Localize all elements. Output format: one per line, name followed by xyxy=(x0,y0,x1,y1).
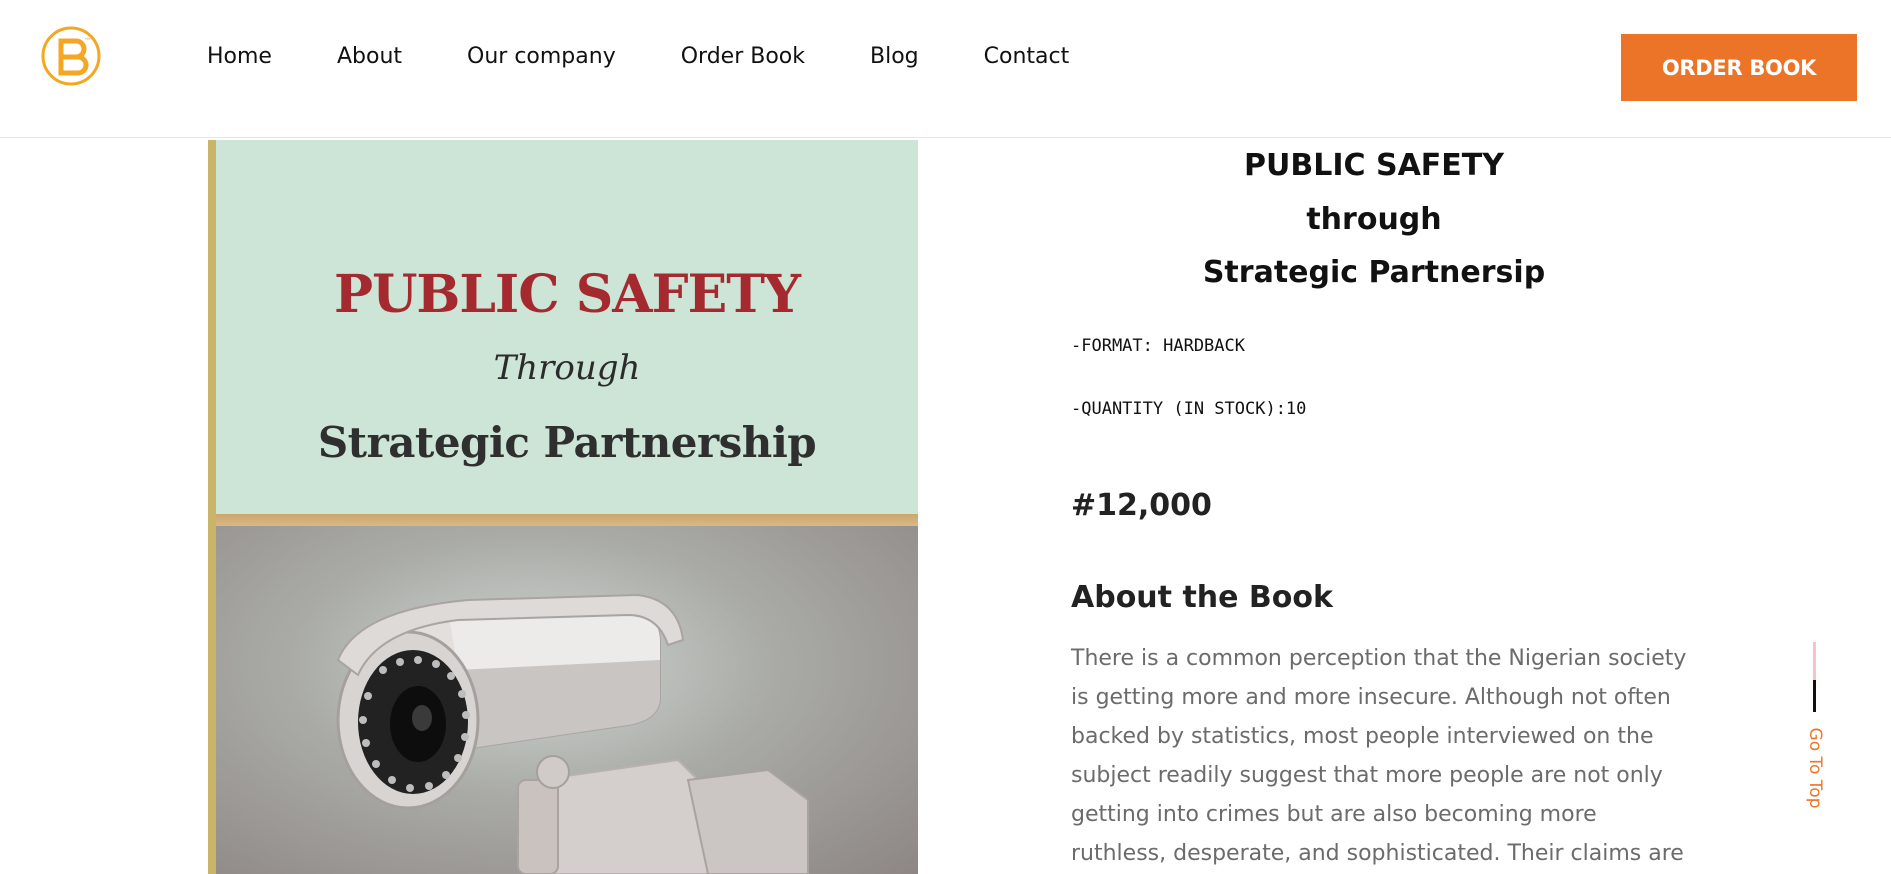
order-book-button[interactable]: ORDER BOOK xyxy=(1621,34,1857,101)
go-to-top-label: Go To Top xyxy=(1805,727,1825,809)
security-camera-icon xyxy=(336,593,809,874)
about-paragraph: There is a common perception that the Ni… xyxy=(1071,639,1687,873)
about-line: backed by statistics, most people interv… xyxy=(1071,724,1654,749)
svg-text:™: ™ xyxy=(84,37,91,45)
book-title-line2: through xyxy=(1306,202,1442,237)
nav-home[interactable]: Home xyxy=(207,44,272,69)
about-line: There is a common perception that the Ni… xyxy=(1071,646,1687,671)
nav-blog[interactable]: Blog xyxy=(870,44,919,69)
nav-our-company[interactable]: Our company xyxy=(467,44,616,69)
site-header: ™ Home About Our company Order Book Blog… xyxy=(0,0,1891,138)
nav-about[interactable]: About xyxy=(337,44,402,69)
book-cover-image: PUBLIC SAFETY Through Strategic Partners… xyxy=(208,140,918,874)
logo-icon[interactable]: ™ xyxy=(40,25,102,87)
about-line: getting into crimes but are also becomin… xyxy=(1071,802,1597,827)
book-quantity: -QUANTITY (IN STOCK):10 xyxy=(1071,399,1307,419)
main-nav: Home About Our company Order Book Blog C… xyxy=(207,44,1134,69)
book-format: -FORMAT: HARDBACK xyxy=(1071,336,1245,356)
about-line: ruthless, desperate, and sophisticated. … xyxy=(1071,841,1684,866)
go-to-top-button[interactable]: Go To Top xyxy=(1800,642,1830,812)
about-line: is getting more and more insecure. Altho… xyxy=(1071,685,1671,710)
about-line: subject readily suggest that more people… xyxy=(1071,763,1663,788)
scroll-progress-indicator xyxy=(1813,680,1816,712)
book-price: #12,000 xyxy=(1071,488,1212,523)
book-title-line1: PUBLIC SAFETY xyxy=(1244,148,1504,183)
about-heading: About the Book xyxy=(1071,580,1333,615)
nav-order-book[interactable]: Order Book xyxy=(681,44,805,69)
scroll-progress-track xyxy=(1813,642,1816,680)
nav-contact[interactable]: Contact xyxy=(984,44,1070,69)
book-title-line3: Strategic Partnersip xyxy=(1202,255,1546,290)
